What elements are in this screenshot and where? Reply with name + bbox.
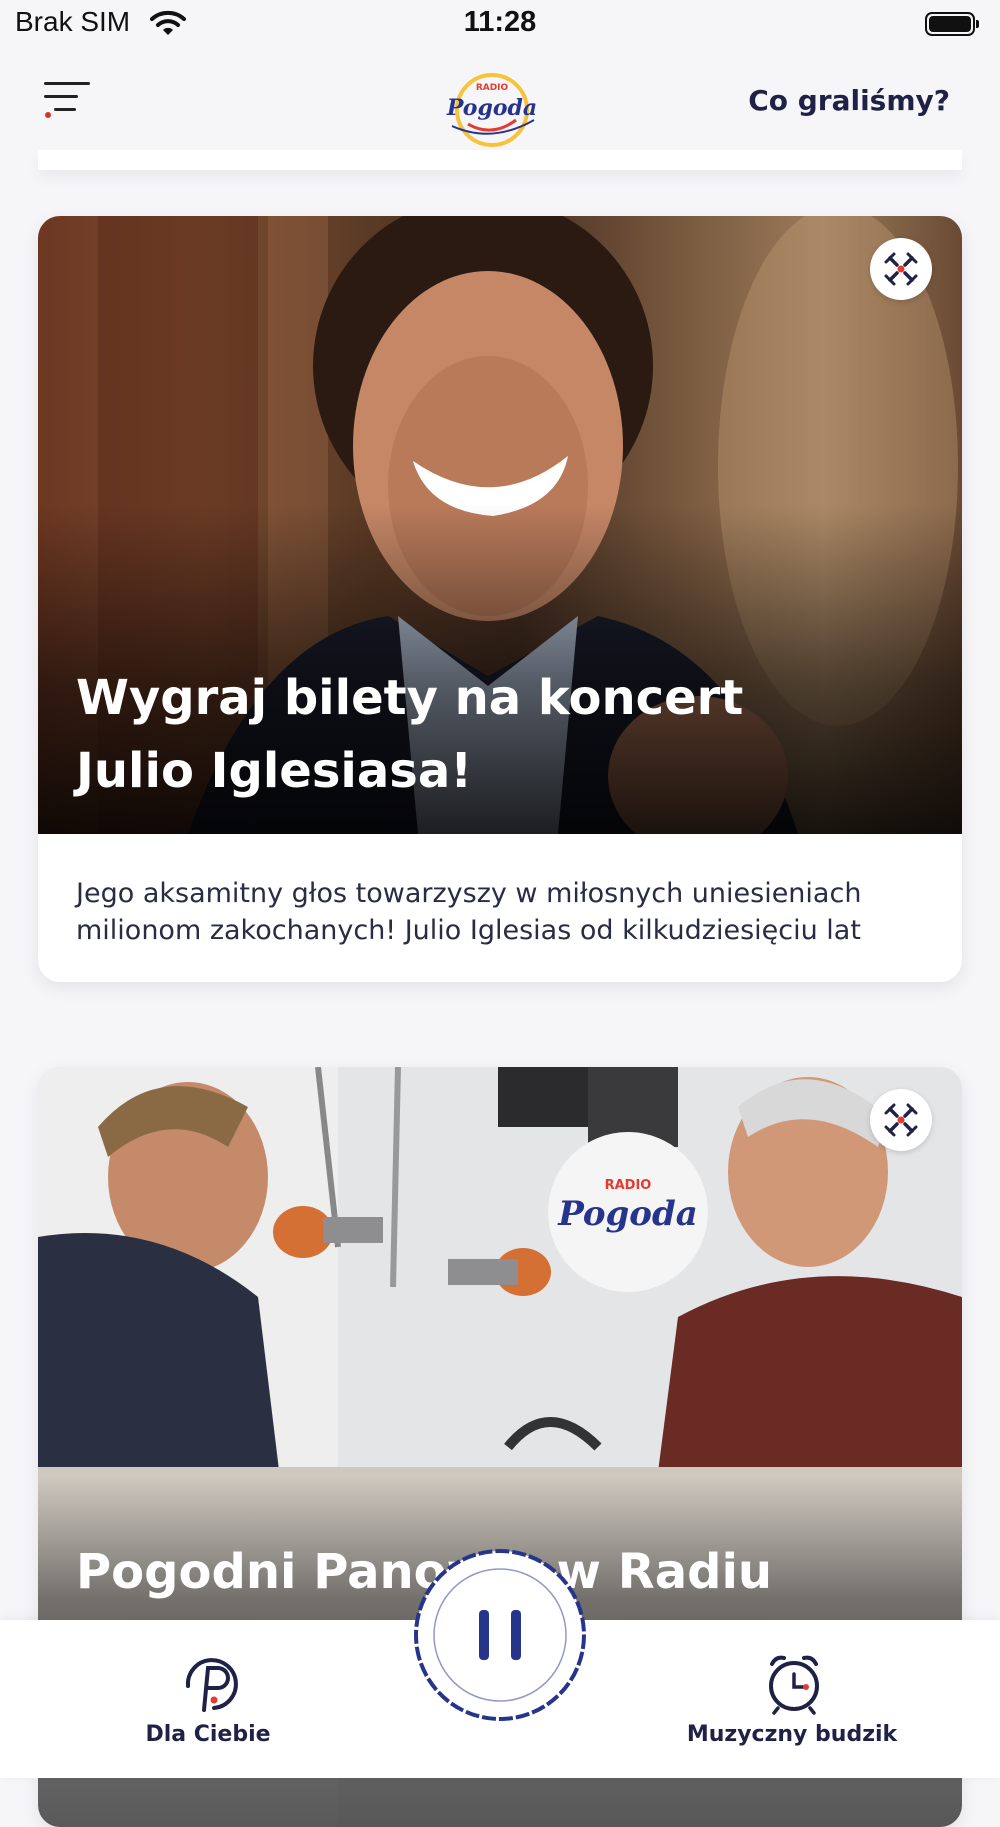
svg-text:Pogoda: Pogoda: [557, 1194, 698, 1234]
news-card[interactable]: Wygraj bilety na koncert Julio Iglesiasa…: [38, 216, 962, 982]
status-bar: Brak SIM 11:28: [0, 0, 1000, 50]
share-button[interactable]: [870, 1089, 932, 1151]
card-description: Jego aksamitny głos towarzyszy w miłosny…: [76, 878, 862, 946]
app-header: RADIO Pogoda Co graliśmy?: [0, 50, 1000, 155]
menu-icon[interactable]: [44, 80, 92, 120]
pause-button[interactable]: [410, 1545, 590, 1725]
svg-text:RADIO: RADIO: [605, 1178, 652, 1193]
played-songs-link[interactable]: Co graliśmy?: [748, 84, 950, 117]
card-stub: [38, 150, 962, 170]
tab-dla-ciebie[interactable]: Dla Ciebie: [78, 1620, 338, 1778]
share-icon: [884, 1103, 918, 1137]
battery-icon: [925, 12, 979, 36]
tab-muzyczny-budzik[interactable]: Muzyczny budzik: [662, 1620, 922, 1778]
svg-text:Pogoda: Pogoda: [446, 95, 537, 121]
tab-label: Muzyczny budzik: [686, 1722, 898, 1747]
card-title: Wygraj bilety na koncert Julio Iglesiasa…: [76, 670, 744, 799]
p-logo-icon: [185, 1658, 238, 1712]
share-icon: [884, 252, 918, 286]
radio-pogoda-logo[interactable]: RADIO Pogoda: [442, 70, 542, 150]
tab-label: Dla Ciebie: [145, 1722, 271, 1747]
share-button[interactable]: [870, 238, 932, 300]
svg-text:RADIO: RADIO: [476, 83, 509, 93]
card-image: Wygraj bilety na koncert Julio Iglesiasa…: [38, 216, 962, 834]
alarm-clock-icon: [769, 1655, 819, 1715]
clock: 11:28: [463, 6, 537, 38]
